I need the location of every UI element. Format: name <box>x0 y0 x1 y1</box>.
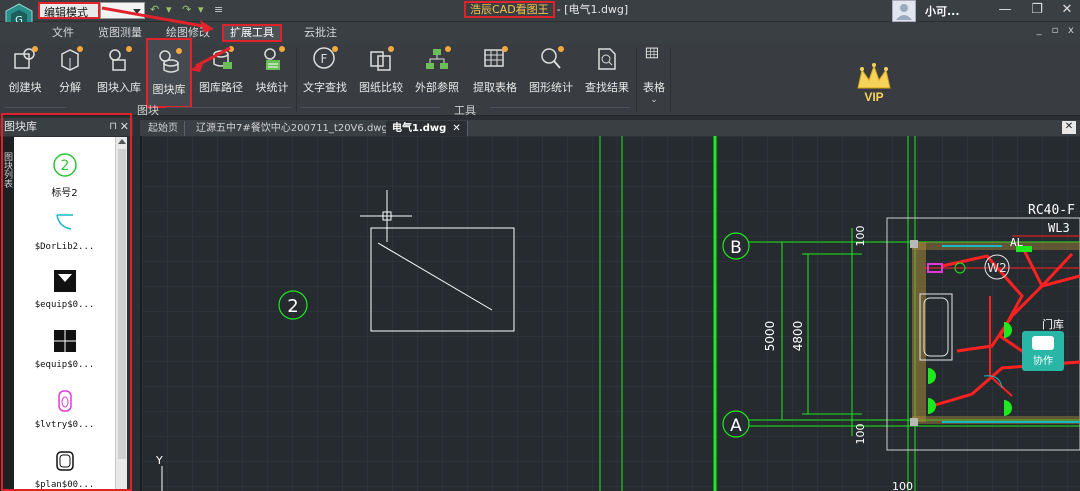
annotation-arrows <box>101 6 231 72</box>
